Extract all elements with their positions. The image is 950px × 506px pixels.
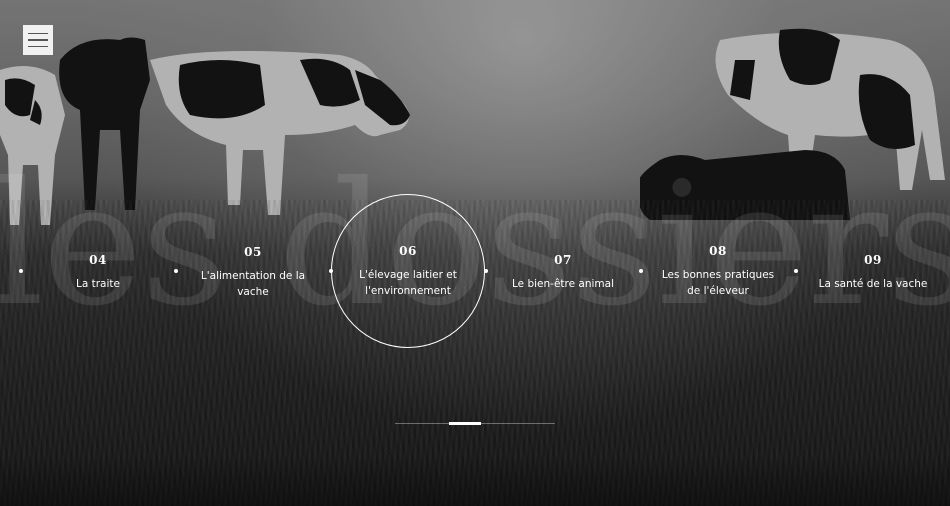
- dossiers-carousel-page: les dossiers 04 La traite 05 L'alimentat…: [0, 0, 950, 506]
- dossier-item-05[interactable]: 05 L'alimentation de la vache: [183, 245, 323, 300]
- dossier-number: 08: [709, 244, 727, 258]
- timeline-dot: [174, 269, 178, 273]
- dossier-label: La traite: [76, 278, 120, 290]
- dossier-label: Le bien-être animal: [512, 278, 614, 290]
- dossier-item-06-active[interactable]: 06 L'élevage laitier et l'environnement: [338, 244, 478, 299]
- dossier-item-08[interactable]: 08 Les bonnes pratiques de l'éleveur: [648, 244, 788, 299]
- timeline-dot: [19, 269, 23, 273]
- dossier-label: La santé de la vache: [818, 278, 928, 290]
- dossier-item-09[interactable]: 09 La santé de la vache: [803, 253, 943, 292]
- dossier-number: 07: [554, 253, 572, 267]
- hamburger-menu-icon-bar: [28, 39, 48, 41]
- hamburger-menu-icon-bar: [28, 32, 48, 35]
- timeline-dot: [794, 269, 798, 273]
- dossier-number: 05: [244, 245, 262, 259]
- dossier-number: 09: [864, 253, 882, 267]
- dossier-label: L'élevage laitier et l'environnement: [359, 269, 457, 297]
- dossier-label: Les bonnes pratiques de l'éleveur: [661, 269, 775, 297]
- hamburger-menu-button[interactable]: [23, 25, 53, 55]
- dossier-label: L'alimentation de la vache: [200, 270, 306, 298]
- dossier-item-04[interactable]: 04 La traite: [28, 253, 168, 292]
- dossier-item-07[interactable]: 07 Le bien-être animal: [493, 253, 633, 292]
- timeline-dot: [639, 269, 643, 273]
- dossier-number: 06: [399, 244, 417, 258]
- carousel-progress-track[interactable]: [395, 422, 555, 425]
- dossier-number: 04: [89, 253, 107, 267]
- carousel-progress-indicator: [449, 422, 481, 425]
- hamburger-menu-icon-bar: [28, 45, 48, 48]
